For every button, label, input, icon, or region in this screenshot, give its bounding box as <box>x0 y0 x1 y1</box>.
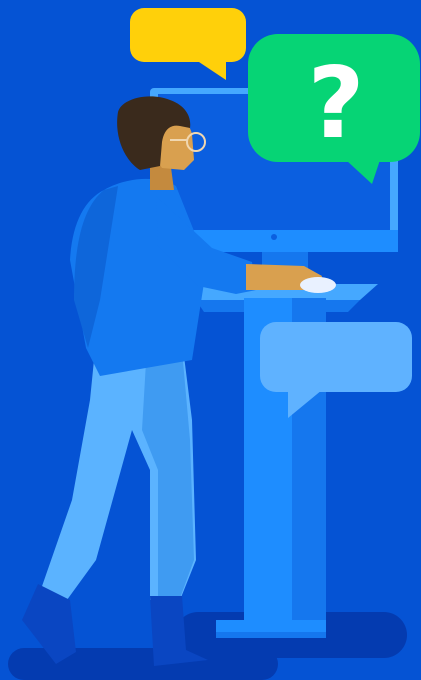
help-speech-bubble: ? <box>248 34 420 184</box>
stand-base-edge <box>216 632 326 638</box>
kiosk-user-illustration: ? <box>0 0 421 680</box>
computer-mouse <box>300 277 336 293</box>
question-mark-icon: ? <box>308 47 365 161</box>
illustration-canvas: ? <box>0 0 421 680</box>
monitor-camera <box>271 234 277 240</box>
